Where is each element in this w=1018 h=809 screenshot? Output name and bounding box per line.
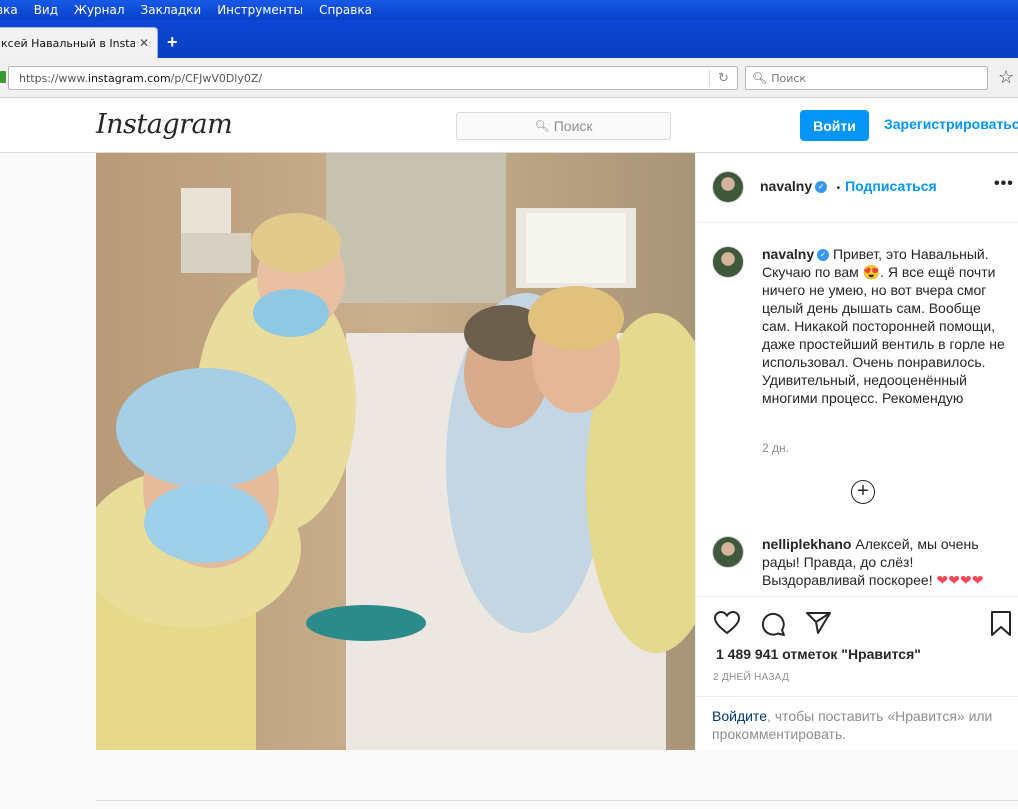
instagram-header: Instagram 🔍︎ Поиск Войти Зарегистрироват… — [0, 99, 1018, 153]
address-bar[interactable]: https://www.instagram.com/p/CFJwV0Dly0Z/… — [8, 66, 738, 90]
search-icon: 🔍︎ — [752, 71, 768, 85]
verified-icon: ✓ — [817, 249, 830, 262]
instagram-search-input[interactable]: 🔍︎ Поиск — [456, 112, 671, 140]
browser-menubar: вка Вид Журнал Закладки Инструменты Спра… — [0, 0, 1018, 20]
comment-icon[interactable] — [760, 611, 786, 637]
browser-tabbar: ксей Навальный в Insta... ✕ + — [0, 20, 1018, 58]
browser-tab[interactable]: ксей Навальный в Insta... ✕ — [0, 27, 158, 58]
menu-item-view[interactable]: Вид — [26, 3, 66, 17]
caption-time: 2 дн. — [762, 441, 789, 455]
star-icon[interactable]: ☆ — [998, 67, 1014, 88]
signup-link[interactable]: Зарегистрироваться — [884, 116, 1018, 132]
url-text[interactable]: https://www.instagram.com/p/CFJwV0Dly0Z/ — [9, 72, 709, 85]
comment: nelliplekhano Алексей, мы очень рады! Пр… — [762, 535, 1012, 589]
verified-icon: ✓ — [815, 180, 828, 193]
author-username[interactable]: navalny — [760, 178, 812, 194]
login-link[interactable]: Войдите — [712, 708, 767, 724]
menu-item-edit[interactable]: вка — [0, 3, 26, 17]
dot-separator: • — [836, 183, 841, 194]
reload-icon[interactable]: ↻ — [709, 70, 737, 86]
heart-icon[interactable] — [714, 611, 740, 635]
browser-navbar: https://www.instagram.com/p/CFJwV0Dly0Z/… — [0, 58, 1018, 98]
bookmark-icon[interactable] — [990, 611, 1012, 637]
post-actions: 1 489 941 отметок "Нравится" 2 ДНЕЙ НАЗА… — [696, 596, 1018, 750]
search-icon: 🔍︎ — [534, 119, 550, 133]
post-date: 2 ДНЕЙ НАЗАД — [713, 672, 790, 683]
share-icon[interactable] — [806, 611, 832, 635]
post-caption: navalny ✓ Привет, это Навальный. Скучаю п… — [762, 245, 1012, 407]
menu-item-history[interactable]: Журнал — [66, 3, 133, 17]
add-circle-icon[interactable]: + — [851, 480, 875, 504]
new-tab-button[interactable]: + — [167, 32, 178, 53]
tab-title: ксей Навальный в Insta... — [1, 36, 135, 50]
post-header-text: navalny ✓ • Подписаться — [760, 178, 937, 196]
commenter-avatar[interactable] — [712, 536, 744, 568]
caption-avatar[interactable] — [712, 246, 744, 278]
login-button[interactable]: Войти — [800, 110, 869, 141]
browser-search-placeholder: Поиск — [771, 71, 807, 85]
menu-item-tools[interactable]: Инструменты — [209, 3, 311, 17]
menu-item-help[interactable]: Справка — [311, 3, 380, 17]
post-header: navalny ✓ • Подписаться ••• — [696, 153, 1018, 223]
tab-close-icon[interactable]: ✕ — [139, 36, 149, 50]
more-options-icon[interactable]: ••• — [994, 175, 1014, 193]
login-prompt: Войдите, чтобы поставить «Нравится» или … — [696, 696, 1018, 753]
caption-username[interactable]: navalny — [762, 246, 814, 262]
instagram-search-placeholder: Поиск — [553, 118, 593, 134]
post-photo-image — [96, 153, 695, 750]
author-avatar[interactable] — [712, 171, 744, 203]
likes-count[interactable]: 1 489 941 отметок "Нравится" — [716, 646, 921, 662]
post-photo[interactable] — [96, 153, 695, 750]
comment-username[interactable]: nelliplekhano — [762, 536, 851, 552]
post-side-panel: navalny ✓ • Подписаться ••• navalny ✓ Приве… — [695, 153, 1018, 750]
instagram-logo[interactable]: Instagram — [96, 109, 233, 140]
comment-hearts: ❤❤❤❤ — [936, 572, 984, 588]
browser-search-input[interactable]: 🔍︎ Поиск — [745, 66, 988, 90]
footer-divider — [96, 800, 1018, 801]
menu-item-bookmarks[interactable]: Закладки — [133, 3, 210, 17]
follow-button[interactable]: Подписаться — [845, 178, 937, 194]
lock-icon — [0, 71, 6, 83]
caption-text: Привет, это Навальный. Скучаю по вам 😍. … — [762, 246, 1005, 406]
